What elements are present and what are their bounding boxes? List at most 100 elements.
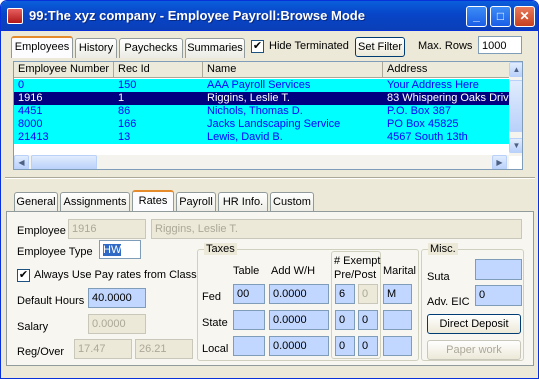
table-cell: 1 [118,92,125,104]
grid-header: Employee Number Rec Id Name Address [14,62,511,78]
local-exempt-post-input[interactable]: 0 [358,336,378,356]
table-cell: 150 [118,79,137,91]
add-wh-column-label: Add W/H [271,265,316,277]
employee-type-field[interactable]: HW [99,240,141,259]
table-cell: PO Box 45825 [387,118,459,130]
fed-exempt-pre-input[interactable]: 6 [335,284,355,304]
table-cell: AAA Payroll Services [207,79,311,91]
fed-table-input[interactable]: 00 [233,284,265,304]
tab-assignments[interactable]: Assignments [60,192,130,212]
app-window: 99:The xyz company - Employee Payroll:Br… [0,0,539,379]
state-table-input[interactable] [233,310,265,330]
scroll-right-icon[interactable]: ▶ [492,155,507,169]
table-cell: 4451 [18,105,43,117]
suta-input[interactable] [475,259,522,280]
marital-column-label: Marital [383,265,417,277]
max-rows-input[interactable]: 1000 [478,36,522,54]
vertical-scrollbar[interactable]: ▲ ▼ [509,62,522,156]
fed-add-wh-input[interactable]: 0.0000 [269,284,329,304]
hide-terminated-label: Hide Terminated [269,40,349,52]
close-button[interactable]: ✕ [514,6,535,27]
maximize-icon: □ [496,9,505,23]
adv-eic-input[interactable]: 0 [475,285,522,306]
salary-label: Salary [17,321,49,333]
local-table-input[interactable] [233,336,265,356]
table-cell: 86 [118,105,131,117]
state-add-wh-input[interactable]: 0.0000 [269,310,329,330]
fed-exempt-post-input: 0 [358,284,378,304]
minimize-icon: _ [473,9,480,23]
tab-payroll[interactable]: Payroll [176,192,216,212]
state-marital-input[interactable] [383,310,412,330]
suta-label: Suta [427,271,450,283]
title-bar[interactable]: 99:The xyz company - Employee Payroll:Br… [1,1,538,31]
scroll-up-icon[interactable]: ▲ [509,62,522,77]
paper-work-button: Paper work [427,340,521,360]
employee-label: Employee [17,225,66,237]
misc-title: Misc. [428,243,458,255]
default-hours-label: Default Hours [17,295,85,307]
column-header-rec-id[interactable]: Rec Id [114,62,203,78]
minimize-button[interactable]: _ [466,6,487,27]
scroll-left-icon[interactable]: ◀ [14,155,29,169]
always-use-pay-rates-checkbox[interactable]: ✔ [17,269,30,282]
table-cell: P.O. Box 387 [387,105,452,117]
employee-type-value: HW [103,244,122,256]
column-header-address[interactable]: Address [383,62,511,78]
column-header-employee-number[interactable]: Employee Number [14,62,114,78]
fed-marital-input[interactable]: M [383,284,412,304]
horizontal-scrollbar[interactable]: ◀ ▶ [14,155,509,169]
reg-over-label: Reg/Over [17,346,65,358]
horizontal-scroll-thumb[interactable] [31,155,97,169]
tab-paychecks[interactable]: Paychecks [119,38,183,58]
table-cell: 166 [118,118,137,130]
table-cell: Riggins, Leslie T. [207,92,290,104]
over-rate-field: 26.21 [135,339,193,359]
table-cell: Jacks Landscaping Service [207,118,341,130]
local-marital-input[interactable] [383,336,412,356]
column-header-name[interactable]: Name [203,62,383,78]
local-add-wh-input[interactable]: 0.0000 [269,336,329,356]
state-exempt-post-input[interactable]: 0 [358,310,378,330]
table-cell: 21413 [18,131,49,143]
default-hours-input[interactable]: 40.0000 [88,288,146,308]
table-cell: 8000 [18,118,43,130]
table-cell: Nichols, Thomas D. [207,105,303,117]
taxes-title: Taxes [204,243,237,255]
table-row[interactable]: 1916 1 Riggins, Leslie T. 83 Whispering Oak… [14,92,511,105]
always-use-pay-rates-label: Always Use Pay rates from Class [34,269,197,281]
hide-terminated-checkbox[interactable]: ✔ [251,40,264,53]
vertical-scroll-thumb[interactable] [509,80,522,132]
tab-history[interactable]: History [75,38,117,58]
table-row[interactable]: 8000 166 Jacks Landscaping Service PO Box 4… [14,118,511,131]
table-cell: 13 [118,131,131,143]
table-row[interactable]: 4451 86 Nichols, Thomas D. P.O. Box 387 [14,105,511,118]
employee-name-field: Riggins, Leslie T. [151,219,522,239]
close-icon: ✕ [519,9,530,23]
tab-rates[interactable]: Rates [132,190,174,212]
tab-summaries[interactable]: Summaries [185,38,245,58]
tab-hr-info[interactable]: HR Info. [218,192,268,212]
app-icon [7,8,23,24]
direct-deposit-button[interactable]: Direct Deposit [427,314,521,334]
tab-general[interactable]: General [14,192,58,212]
employee-grid[interactable]: Employee Number Rec Id Name Address 0 150… [13,61,523,170]
table-cell: 1916 [18,92,43,104]
table-column-label: Table [233,265,260,277]
employee-type-label: Employee Type [17,246,93,258]
set-filter-button[interactable]: Set Filter [355,37,405,57]
scroll-down-icon[interactable]: ▼ [509,138,522,153]
tab-employees[interactable]: Employees [11,36,73,58]
max-rows-label: Max. Rows [418,40,473,52]
table-row[interactable]: 0 150 AAA Payroll Services Your Address Her… [14,79,511,92]
splitter[interactable] [5,177,535,179]
table-row[interactable]: 21413 13 Lewis, David B. 4567 South 13th [14,131,511,144]
local-exempt-pre-input[interactable]: 0 [335,336,355,356]
maximize-button[interactable]: □ [490,6,511,27]
employee-number-field: 1916 [68,219,146,239]
window-title: 99:The xyz company - Employee Payroll:Br… [29,8,365,23]
tab-custom[interactable]: Custom [270,192,314,212]
reg-rate-field: 17.47 [74,339,132,359]
table-cell: Lewis, David B. [207,131,283,143]
state-exempt-pre-input[interactable]: 0 [335,310,355,330]
